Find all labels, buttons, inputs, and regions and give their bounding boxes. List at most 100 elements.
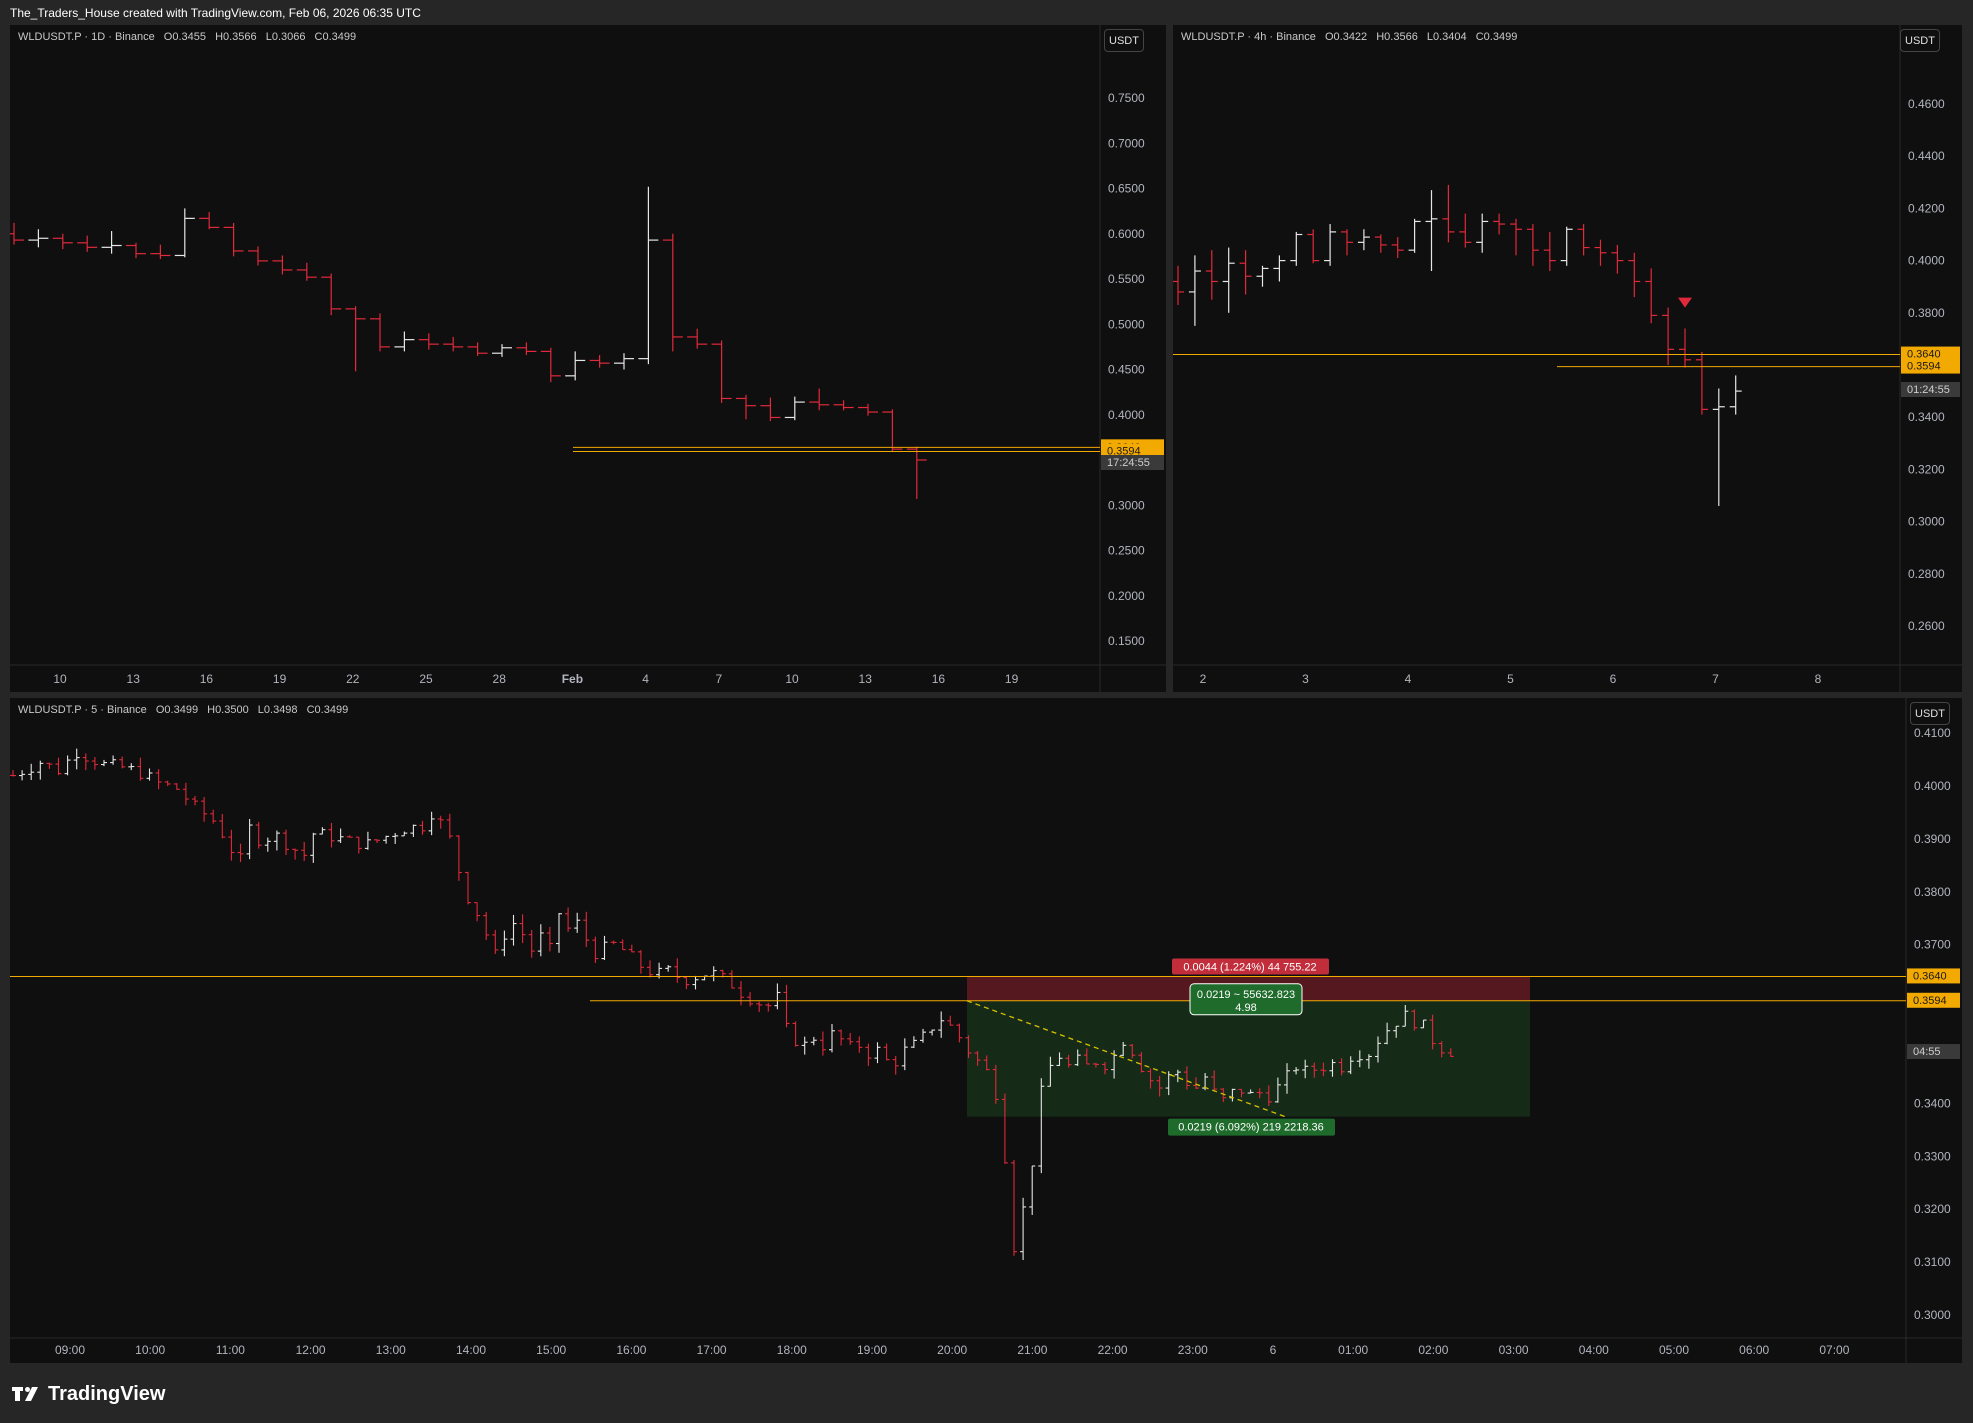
time-tick-label: 16 — [932, 672, 946, 686]
price-tick-label: 0.3400 — [1914, 1096, 1951, 1110]
time-tick-label: 28 — [493, 672, 507, 686]
currency-button[interactable]: USDT — [1900, 29, 1940, 52]
legend-open: O0.3455 — [163, 31, 206, 43]
time-tick-label: 11:00 — [216, 1343, 245, 1357]
legend-open: O0.3499 — [155, 704, 199, 716]
price-tick-label: 0.3900 — [1914, 832, 1951, 846]
time-tick-label: 21:00 — [1017, 1343, 1047, 1357]
time-tick-label: 20:00 — [937, 1343, 967, 1357]
time-tick-label: 16 — [200, 672, 214, 686]
time-tick-label: 7 — [715, 672, 722, 686]
price-tick-label: 0.4500 — [1108, 363, 1145, 377]
price-tick-label: 0.3000 — [1908, 515, 1945, 529]
time-tick-label: 03:00 — [1499, 1343, 1529, 1357]
price-tick-label: 0.6000 — [1108, 227, 1145, 241]
price-tick-label: 0.3000 — [1108, 498, 1145, 512]
four-hour-legend: WLDUSDT.P · 4h · Binance O0.3422 H0.3566… — [1181, 31, 1523, 43]
time-tick-label: 05:00 — [1659, 1343, 1689, 1357]
four-hour-chart-panel[interactable]: 0.46000.44000.42000.40000.38000.36000.34… — [1173, 25, 1962, 692]
price-tick-label: 0.3100 — [1914, 1255, 1951, 1269]
price-tick-label: 0.6500 — [1108, 182, 1145, 196]
price-level-label: 0.3594 — [1913, 995, 1947, 1007]
tradingview-footer[interactable]: TradingView — [12, 1382, 165, 1406]
legend-open: O0.3422 — [1324, 31, 1368, 43]
legend-low: L0.3066 — [265, 31, 306, 43]
time-tick-label: 10:00 — [135, 1343, 165, 1357]
time-tick-label: 19 — [1005, 672, 1019, 686]
time-tick-label: 06:00 — [1739, 1343, 1769, 1357]
time-tick-label: 18:00 — [777, 1343, 807, 1357]
five-minute-chart-svg[interactable]: 0.41000.40000.39000.38000.37000.36000.35… — [10, 698, 1962, 1363]
time-tick-label: 15:00 — [536, 1343, 566, 1357]
price-tick-label: 0.2000 — [1108, 589, 1145, 603]
time-tick-label: 25 — [419, 672, 433, 686]
time-tick-label: 5 — [1507, 672, 1514, 686]
legend-low: L0.3404 — [1426, 31, 1467, 43]
time-tick-label: 4 — [1405, 672, 1412, 686]
time-tick-label: 13 — [127, 672, 141, 686]
price-tick-label: 0.5500 — [1108, 272, 1145, 286]
daily-chart-panel[interactable]: 0.7500 0.7000 0.6500 0.6000 0.5500 0.5000 0.45… — [10, 25, 1166, 692]
time-tick-label: 22 — [346, 672, 360, 686]
time-tick-label: 13:00 — [376, 1343, 406, 1357]
price-tick-label: 0.3200 — [1908, 462, 1945, 476]
price-tick-label: 0.4000 — [1908, 254, 1945, 268]
time-tick-label: 04:00 — [1579, 1343, 1609, 1357]
time-tick-label: 12:00 — [296, 1343, 326, 1357]
daily-chart-svg[interactable]: 0.7500 0.7000 0.6500 0.6000 0.5500 0.5000 0.45… — [10, 25, 1166, 692]
price-tick-label: 0.4100 — [1914, 726, 1951, 740]
countdown-label: 04:55 — [1913, 1046, 1941, 1058]
currency-button[interactable]: USDT — [1104, 29, 1144, 52]
five-minute-legend: WLDUSDT.P · 5 · Binance O0.3499 H0.3500 … — [18, 704, 354, 716]
legend-low: L0.3498 — [257, 704, 298, 716]
time-tick-label: 23:00 — [1178, 1343, 1208, 1357]
time-tick-label: 09:00 — [55, 1343, 85, 1357]
price-tick-label: 0.4000 — [1108, 408, 1145, 422]
time-tick-label: Feb — [562, 672, 583, 686]
price-tick-label: 0.4200 — [1908, 201, 1945, 215]
legend-high: H0.3566 — [1376, 31, 1418, 43]
four-hour-chart-svg[interactable]: 0.46000.44000.42000.40000.38000.36000.34… — [1173, 25, 1962, 692]
time-tick-label: 19:00 — [857, 1343, 887, 1357]
price-tick-label: 0.3800 — [1908, 306, 1945, 320]
price-tick-label: 0.4600 — [1908, 97, 1945, 111]
countdown-label: 17:24:55 — [1107, 457, 1150, 469]
legend-high: H0.3500 — [207, 704, 249, 716]
chart-header: The_Traders_House created with TradingVi… — [10, 6, 421, 20]
legend-symbol: WLDUSDT.P · 4h · Binance — [1181, 31, 1316, 43]
time-tick-label: 13 — [859, 672, 873, 686]
time-tick-label: 17:00 — [697, 1343, 727, 1357]
legend-high: H0.3566 — [215, 31, 257, 43]
price-tick-label: 0.3800 — [1914, 885, 1951, 899]
price-level-label: 0.3594 — [1907, 361, 1941, 373]
price-tick-label: 0.4000 — [1914, 779, 1951, 793]
info-label-2: 4.98 — [1235, 1002, 1256, 1014]
daily-legend: WLDUSDT.P · 1D · Binance O0.3455 H0.3566… — [18, 31, 362, 43]
time-tick-label: 02:00 — [1418, 1343, 1448, 1357]
price-tick-label: 0.5000 — [1108, 317, 1145, 331]
time-tick-label: 22:00 — [1098, 1343, 1128, 1357]
time-tick-label: 14:00 — [456, 1343, 486, 1357]
time-tick-label: 6 — [1610, 672, 1617, 686]
time-tick-label: 16:00 — [616, 1343, 646, 1357]
info-label-1: 0.0219 ~ 55632.823 — [1197, 989, 1295, 1001]
tradingview-brand: TradingView — [48, 1382, 166, 1405]
price-tick-label: 0.1500 — [1108, 634, 1145, 648]
countdown-label: 01:24:55 — [1907, 384, 1950, 396]
target-label: 0.0219 (6.092%) 219 2218.36 — [1178, 1122, 1324, 1134]
tradingview-logo-icon — [12, 1387, 38, 1401]
legend-close: C0.3499 — [314, 31, 357, 43]
time-tick-label: 6 — [1270, 1343, 1277, 1357]
price-tick-label: 0.3200 — [1914, 1202, 1951, 1216]
currency-button[interactable]: USDT — [1910, 702, 1950, 725]
five-minute-chart-panel[interactable]: 0.41000.40000.39000.38000.37000.36000.35… — [10, 698, 1962, 1363]
legend-symbol: WLDUSDT.P · 5 · Binance — [18, 704, 147, 716]
stop-label: 0.0044 (1.224%) 44 755.22 — [1183, 961, 1316, 973]
price-tick-label: 0.2500 — [1108, 544, 1145, 558]
time-tick-label: 4 — [642, 672, 649, 686]
price-tick-label: 0.3000 — [1914, 1308, 1951, 1322]
time-tick-label: 8 — [1815, 672, 1822, 686]
take-profit-zone — [967, 1000, 1530, 1117]
time-tick-label: 3 — [1302, 672, 1309, 686]
price-tick-label: 0.4400 — [1908, 149, 1945, 163]
